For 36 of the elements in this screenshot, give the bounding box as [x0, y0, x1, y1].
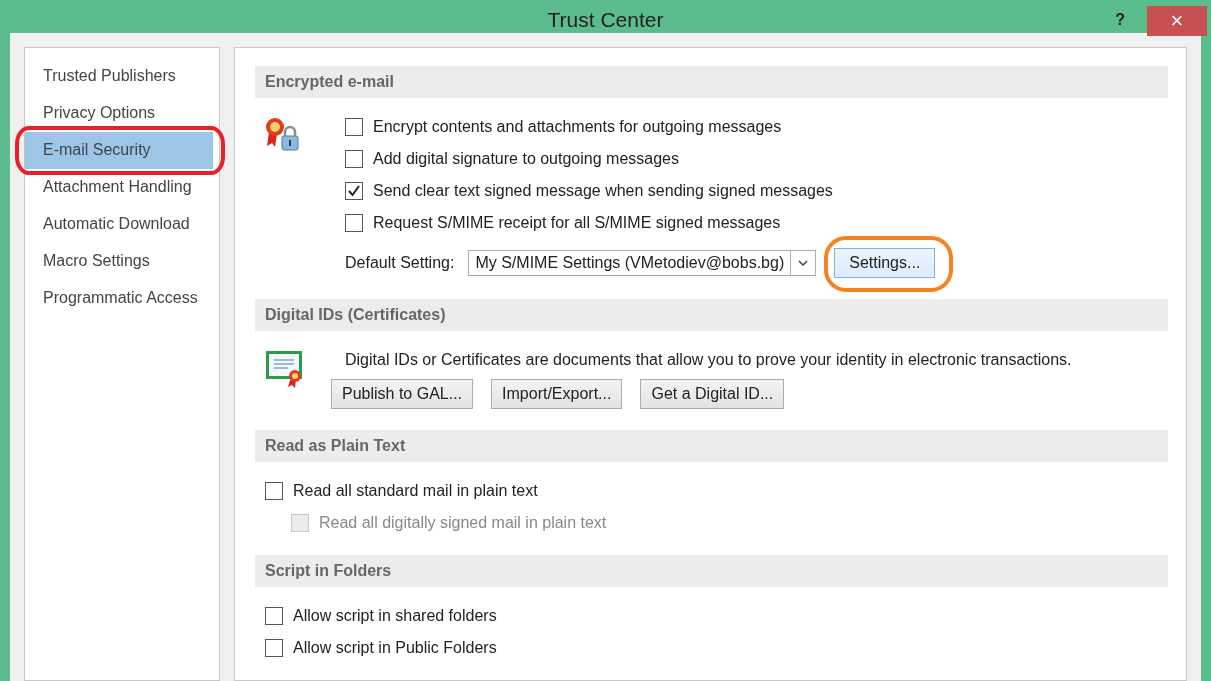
action-button[interactable]: Get a Digital ID... [640, 379, 785, 409]
option-label: Send clear text signed message when sending signed messages [373, 182, 833, 200]
option-label: Allow script in shared folders [293, 607, 497, 625]
option-label: Allow script in Public Folders [293, 639, 497, 657]
checkbox[interactable] [345, 150, 363, 168]
checkbox[interactable] [345, 214, 363, 232]
option-label: Read all standard mail in plain text [293, 482, 538, 500]
section-header: Read as Plain Text [255, 430, 1168, 462]
section-header: Digital IDs (Certificates) [255, 299, 1168, 331]
action-button[interactable]: Import/Export... [491, 379, 623, 409]
section-header: Encrypted e-mail [255, 66, 1168, 98]
section-header: Script in Folders [255, 555, 1168, 587]
checkbox[interactable] [345, 182, 363, 200]
description-text: Digital IDs or Certificates are documents that allow you to prove your identity in electronic transactions. [345, 351, 1073, 369]
sidebar-item[interactable]: E-mail Security [25, 132, 213, 169]
window-title: Trust Center [547, 6, 664, 32]
checkbox[interactable] [345, 118, 363, 136]
settings-button[interactable]: Settings... [834, 248, 936, 278]
close-button[interactable]: × [1147, 6, 1207, 36]
help-button[interactable]: ? [1109, 10, 1131, 30]
option-label: Add digital signature to outgoing messages [373, 150, 679, 168]
sidebar-item[interactable]: Privacy Options [25, 95, 213, 132]
sidebar-item[interactable]: Programmatic Access [25, 280, 213, 317]
sidebar-item[interactable]: Automatic Download [25, 206, 213, 243]
sidebar-item[interactable]: Attachment Handling [25, 169, 213, 206]
default-setting-label: Default Setting: [345, 254, 455, 272]
option-label: Request S/MIME receipt for all S/MIME signed messages [373, 214, 781, 232]
settings-dropdown[interactable]: My S/MIME Settings (VMetodiev@bobs.bg) [468, 250, 817, 276]
option-label: Read all digitally signed mail in plain text [319, 514, 607, 532]
sidebar-item[interactable]: Macro Settings [25, 243, 213, 280]
checkbox[interactable] [265, 607, 283, 625]
sidebar-item[interactable]: Trusted Publishers [25, 58, 213, 95]
checkbox[interactable] [265, 639, 283, 657]
action-button[interactable]: Publish to GAL... [331, 379, 474, 409]
option-label: Encrypt contents and attachments for outgoing messages [373, 118, 782, 136]
checkbox[interactable] [265, 482, 283, 500]
